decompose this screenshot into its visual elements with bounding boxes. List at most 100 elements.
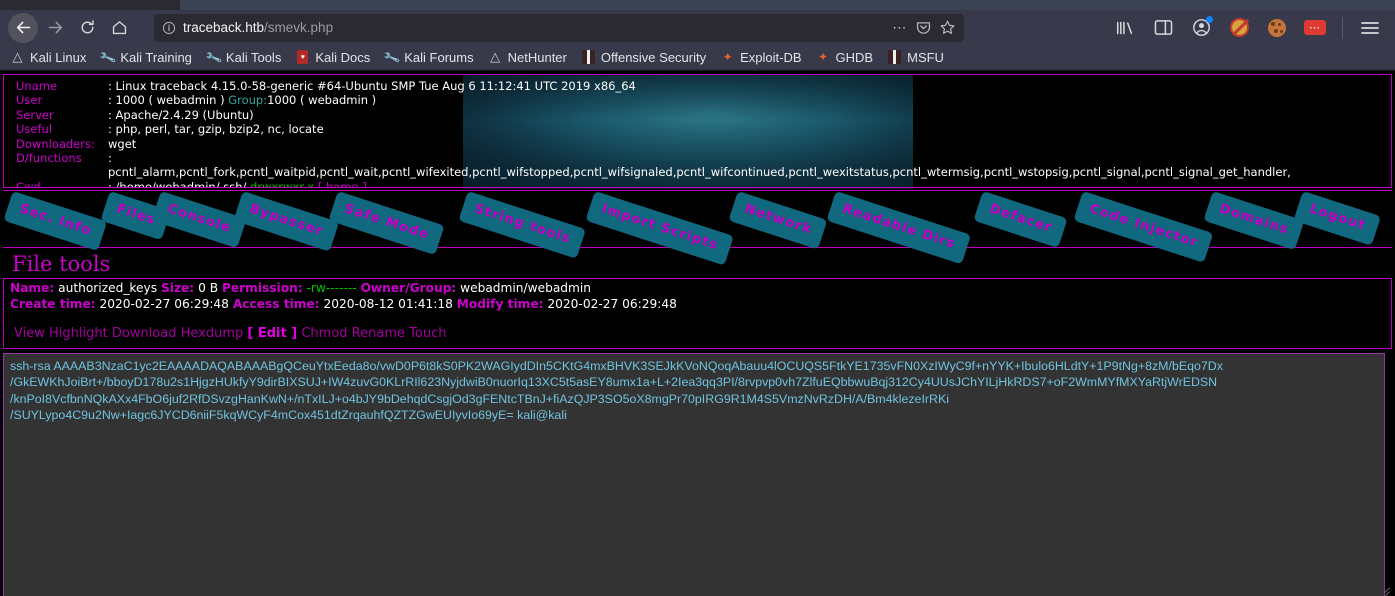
bookmarks-toolbar: △ Kali Linux 🔧 Kali Training 🔧 Kali Tool…	[0, 45, 1395, 70]
file-size-label: Size:	[160, 281, 195, 295]
file-owner-label: Owner/Group:	[360, 281, 457, 295]
downloaders-label: Downloaders:	[16, 136, 95, 151]
file-name-label: Name:	[10, 281, 55, 295]
nav-tab-logout[interactable]: Logout	[1293, 191, 1382, 246]
cwd-home-link[interactable]: [ home ]	[318, 180, 367, 187]
server-label: Server	[16, 107, 54, 122]
useful-label: Useful	[16, 122, 53, 137]
file-create-label: Create time:	[10, 296, 96, 311]
file-content-editor[interactable]	[3, 352, 1385, 596]
menu-icon[interactable]	[1359, 17, 1381, 39]
downloaders-value: wget	[108, 136, 137, 151]
star-icon[interactable]	[939, 19, 956, 36]
bookmark-label: MSFU	[907, 49, 944, 65]
bookmark-label: Offensive Security	[600, 49, 707, 65]
tab-strip	[0, 0, 1395, 10]
info-row-downloaders: Downloaders: wget	[4, 137, 1391, 151]
nav-tab-console[interactable]: Console	[151, 191, 247, 249]
file-size-value: 0 B	[198, 281, 219, 295]
bookmark-ghdb[interactable]: ✦ GHDB	[816, 49, 874, 65]
sidebar-icon[interactable]	[1152, 17, 1174, 39]
file-modify-value: 2020-02-27 06:29:48	[547, 296, 677, 311]
action-edit[interactable]: [ Edit ]	[247, 326, 297, 341]
file-name-value: authorized_keys	[58, 281, 158, 295]
kali-dragon-icon: △	[12, 49, 23, 64]
info-row-useful: Useful: php, perl, tar, gzip, bzip2, nc,…	[4, 122, 1391, 136]
nav-tab-safe-mode[interactable]: Safe Mode	[328, 191, 445, 256]
forward-icon[interactable]	[40, 13, 70, 43]
noscript-icon[interactable]	[1228, 17, 1250, 39]
file-access-label: Access time:	[232, 296, 320, 311]
group-label: Group:	[228, 93, 268, 108]
system-info-panel: Uname: Linux traceback 4.15.0-58-generic…	[3, 74, 1392, 188]
url-text[interactable]: traceback.htb/smevk.php	[183, 20, 885, 35]
extension-icon[interactable]: ⋯	[1304, 17, 1326, 39]
reload-icon[interactable]	[72, 13, 102, 43]
bookmark-kali-docs[interactable]: ♥ Kali Docs	[295, 50, 370, 65]
info-row-uname: Uname: Linux traceback 4.15.0-58-generic…	[4, 79, 1391, 93]
home-icon[interactable]	[104, 13, 134, 43]
action-rename[interactable]: Rename	[352, 326, 405, 341]
bookmark-label: GHDB	[835, 49, 874, 65]
bookmark-label: Kali Training	[120, 49, 192, 65]
cookie-icon[interactable]	[1266, 17, 1288, 39]
active-tab[interactable]	[0, 0, 180, 10]
bookmark-kali-linux[interactable]: △ Kali Linux	[10, 49, 87, 65]
action-touch[interactable]: Touch	[409, 326, 446, 341]
address-bar[interactable]: traceback.htb/smevk.php ⋯	[154, 13, 964, 42]
bookmark-nethunter[interactable]: △ NetHunter	[488, 49, 567, 65]
library-icon[interactable]	[1114, 17, 1136, 39]
url-path: /smevk.php	[264, 20, 334, 35]
back-icon[interactable]	[8, 12, 38, 43]
pocket-icon[interactable]	[915, 19, 932, 36]
nav-tab-defacer[interactable]: Defacer	[973, 191, 1069, 249]
wrench-icon: 🔧	[203, 47, 223, 67]
account-icon[interactable]	[1190, 15, 1213, 39]
ellipsis-icon[interactable]: ⋯	[892, 19, 908, 36]
file-create-value: 2020-02-27 06:29:48	[99, 296, 229, 311]
nav-tab-bypasser[interactable]: Bypasser	[233, 191, 339, 252]
action-chmod[interactable]: Chmod	[301, 326, 347, 341]
file-access-value: 2020-08-12 01:41:18	[323, 296, 453, 311]
nav-tab-domains[interactable]: Domains	[1203, 191, 1305, 251]
book-icon: ♥	[295, 50, 310, 65]
toolbar-divider	[1342, 16, 1343, 39]
bookmark-label: NetHunter	[507, 49, 567, 65]
bookmark-msfu[interactable]: MSFU	[887, 50, 944, 65]
bookmark-label: Kali Tools	[225, 49, 282, 65]
dragonfly-icon: ✦	[722, 50, 733, 64]
navigation-toolbar: traceback.htb/smevk.php ⋯ ⋯	[0, 10, 1395, 45]
uname-value: : Linux traceback 4.15.0-58-generic #64-…	[108, 79, 636, 93]
action-view[interactable]: View	[14, 326, 45, 341]
shell-nav-tabs: Sec. Info Files Console Bypasser Safe Mo…	[3, 190, 1392, 266]
action-hexdump[interactable]: Hexdump	[181, 326, 244, 341]
user-label: User	[16, 93, 43, 108]
building-icon	[887, 50, 902, 65]
building-icon	[581, 50, 596, 65]
info-row-server: Server : Apache/2.4.29 (Ubuntu)	[4, 108, 1391, 122]
bookmark-kali-forums[interactable]: 🔧 Kali Forums	[382, 47, 474, 67]
bookmark-kali-tools[interactable]: 🔧 Kali Tools	[203, 47, 282, 67]
file-info-row-1: Name: authorized_keys Size: 0 B Permissi…	[4, 281, 1391, 297]
action-highlight[interactable]: Highlight	[49, 326, 108, 341]
file-owner-value: webadmin/webadmin	[460, 281, 592, 295]
bookmark-label: Kali Docs	[315, 49, 371, 65]
bookmark-kali-training[interactable]: 🔧 Kali Training	[98, 47, 192, 67]
wrench-icon: 🔧	[382, 47, 402, 67]
file-permission-value: -rw-------	[306, 281, 357, 295]
action-download[interactable]: Download	[112, 326, 177, 341]
server-value: : Apache/2.4.29 (Ubuntu)	[108, 107, 254, 122]
bookmark-exploit-db[interactable]: ✦ Exploit-DB	[720, 50, 802, 65]
browser-window: traceback.htb/smevk.php ⋯ ⋯ △ Kali Linux…	[0, 0, 1395, 596]
nav-tab-sec-info[interactable]: Sec. Info	[3, 191, 108, 252]
bookmark-offensive-security[interactable]: Offensive Security	[581, 50, 706, 65]
cwd-label: Cwd	[16, 179, 41, 188]
bookmark-label: Kali Forums	[404, 49, 474, 65]
page-content: Uname: Linux traceback 4.15.0-58-generic…	[0, 71, 1395, 596]
page-info-icon[interactable]	[162, 21, 176, 35]
group-value: 1000 ( webadmin )	[267, 93, 377, 108]
cwd-permission: drwxrwxr-x	[250, 179, 315, 188]
tab-strip-empty-area[interactable]	[180, 0, 1395, 10]
nav-tab-network[interactable]: Network	[728, 191, 828, 250]
wrench-icon: 🔧	[98, 47, 118, 67]
